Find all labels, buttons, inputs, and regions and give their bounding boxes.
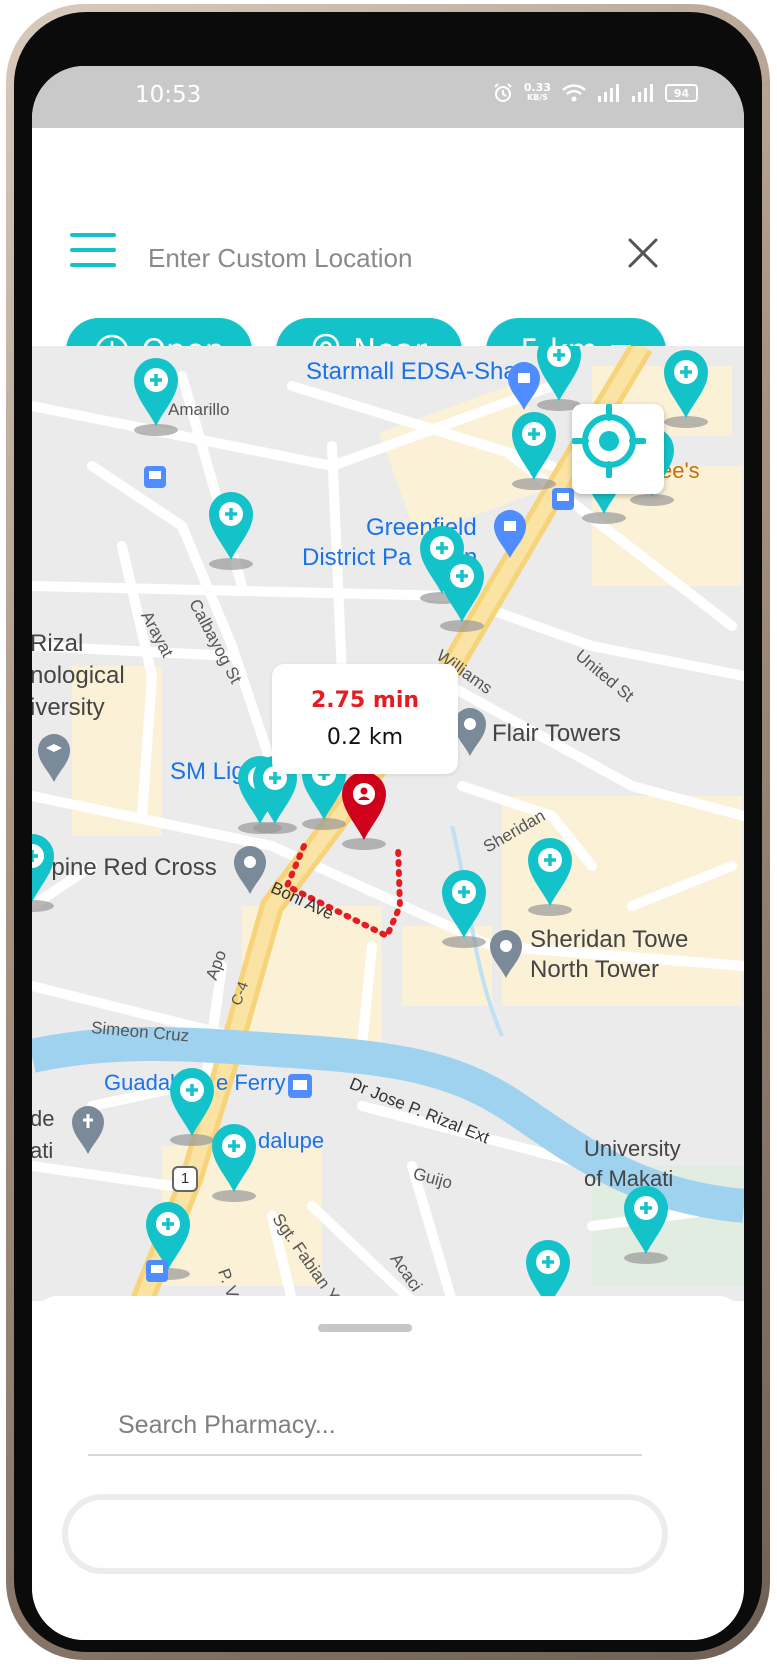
pharmacy-marker-icon[interactable] bbox=[168, 1066, 216, 1148]
pharmacy-marker-icon[interactable] bbox=[438, 552, 486, 634]
church-pin-icon[interactable] bbox=[72, 1106, 104, 1154]
pharmacy-marker-icon[interactable] bbox=[210, 1122, 258, 1204]
pharmacy-marker-icon[interactable] bbox=[524, 1238, 572, 1301]
battery-icon: 94 bbox=[665, 84, 698, 102]
poi-pin-icon[interactable] bbox=[234, 846, 266, 894]
pharmacy-marker-icon[interactable] bbox=[526, 836, 574, 918]
signal-icon bbox=[598, 84, 619, 102]
pharmacy-marker-icon[interactable] bbox=[132, 356, 180, 438]
pharmacy-marker-icon[interactable] bbox=[662, 348, 710, 430]
wifi-icon bbox=[562, 84, 586, 102]
custom-location-input[interactable] bbox=[148, 238, 608, 278]
hamburger-menu-icon[interactable] bbox=[70, 233, 116, 267]
shopping-bag-icon[interactable] bbox=[494, 510, 526, 558]
status-icons: 0.33 KB/S 94 bbox=[492, 82, 698, 104]
route-time: 2.75 min bbox=[310, 688, 420, 713]
pharmacy-list-card[interactable] bbox=[62, 1494, 668, 1574]
route-distance: 0.2 km bbox=[326, 725, 404, 750]
poi-pin-icon[interactable] bbox=[454, 708, 486, 756]
pharmacy-search-input[interactable] bbox=[88, 1396, 642, 1456]
net-speed-unit: KB/S bbox=[526, 93, 548, 102]
pharmacy-marker-icon[interactable] bbox=[440, 868, 488, 950]
pharmacy-marker-icon[interactable] bbox=[32, 832, 56, 914]
graduation-cap-icon[interactable] bbox=[38, 734, 70, 782]
user-location-marker-icon[interactable] bbox=[342, 772, 386, 850]
pharmacy-marker-icon[interactable] bbox=[535, 346, 583, 413]
crosshair-icon bbox=[572, 404, 646, 478]
status-bar: 10:53 0.33 KB/S 94 bbox=[32, 66, 744, 128]
app-screen: 10:53 0.33 KB/S 94 Open Near 5 km bbox=[32, 66, 744, 1640]
status-time: 10:53 bbox=[135, 82, 202, 108]
ferry-icon[interactable] bbox=[288, 1074, 312, 1098]
poi-pin-icon[interactable] bbox=[490, 930, 522, 978]
bus-stop-icon[interactable] bbox=[552, 488, 574, 510]
pharmacy-marker-icon[interactable] bbox=[207, 490, 255, 572]
bottom-sheet bbox=[32, 1296, 744, 1640]
pharmacy-marker-icon[interactable] bbox=[510, 410, 558, 492]
sheet-drag-handle[interactable] bbox=[318, 1324, 412, 1332]
close-icon[interactable] bbox=[624, 234, 662, 272]
pharmacy-marker-icon[interactable] bbox=[622, 1184, 670, 1266]
route-info-popup: 2.75 min 0.2 km bbox=[272, 664, 458, 774]
my-location-button[interactable] bbox=[572, 404, 664, 494]
net-speed: 0.33 KB/S bbox=[523, 81, 551, 103]
signal-icon bbox=[632, 84, 653, 102]
bus-stop-icon[interactable] bbox=[144, 466, 166, 488]
shopping-bag-icon[interactable] bbox=[508, 362, 540, 410]
pharmacy-map[interactable]: Starmall EDSA-Shaw Amarillo Greenfield D… bbox=[32, 346, 744, 1301]
alarm-icon bbox=[494, 83, 512, 102]
net-speed-value: 0.33 bbox=[523, 81, 551, 94]
bus-stop-icon[interactable] bbox=[146, 1260, 168, 1282]
